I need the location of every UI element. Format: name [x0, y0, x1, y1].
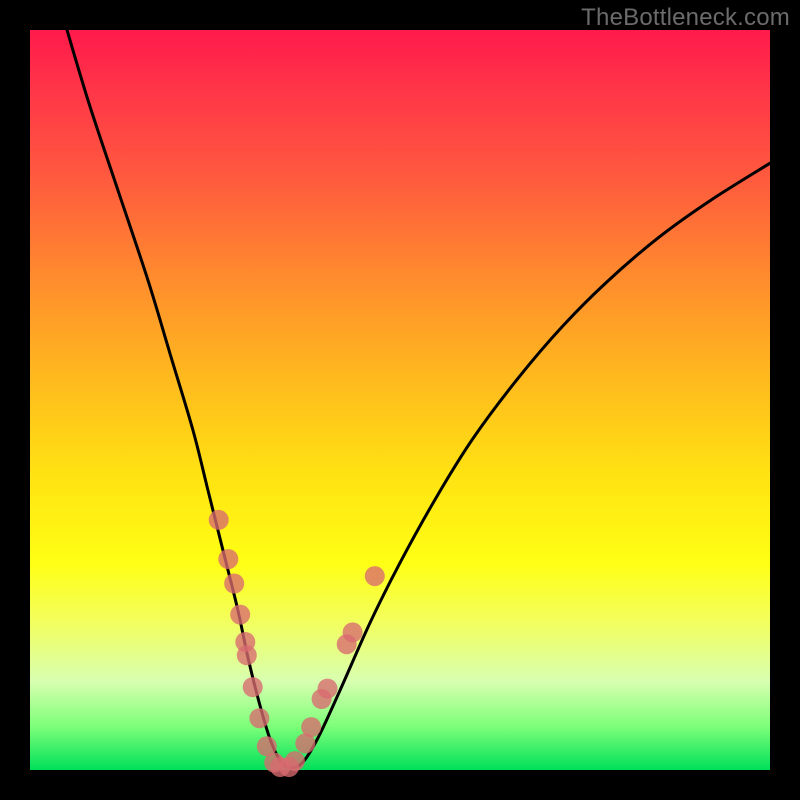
data-point: [230, 605, 250, 625]
highlight-dots: [209, 510, 385, 777]
data-point: [209, 510, 229, 530]
bottleneck-curve: [67, 30, 770, 768]
data-point: [301, 717, 321, 737]
plot-area: [30, 30, 770, 770]
data-point: [218, 549, 238, 569]
data-point: [343, 622, 363, 642]
data-point: [318, 679, 338, 699]
data-point: [365, 566, 385, 586]
chart-svg: [30, 30, 770, 770]
chart-frame: TheBottleneck.com: [0, 0, 800, 800]
data-point: [249, 708, 269, 728]
data-point: [224, 574, 244, 594]
data-point: [285, 751, 305, 771]
data-point: [243, 677, 263, 697]
watermark-text: TheBottleneck.com: [581, 4, 790, 32]
data-point: [237, 645, 257, 665]
